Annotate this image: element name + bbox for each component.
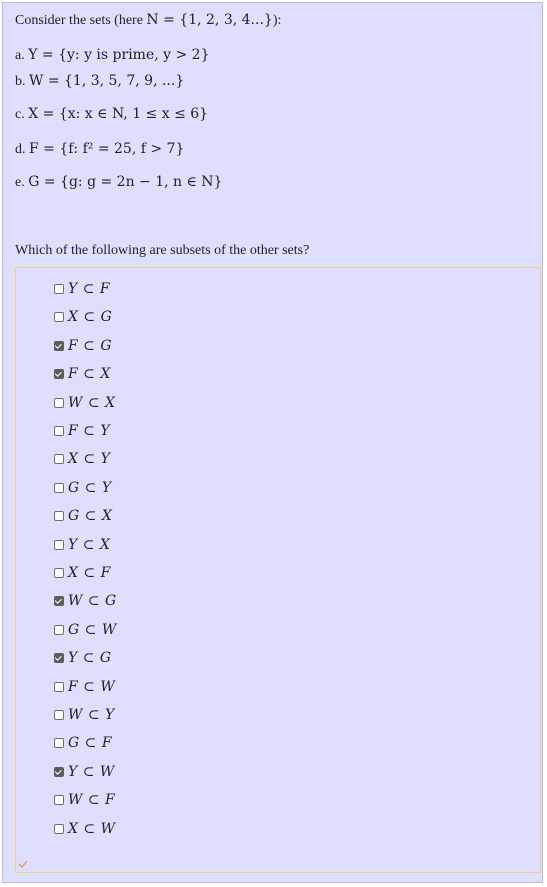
option-label[interactable]: F ⊂ W [68, 679, 115, 695]
intro-math: N = {1, 2, 3, 4...} [146, 12, 273, 28]
option-label[interactable]: Y ⊂ G [68, 650, 112, 666]
option-row[interactable]: G ⊂ F [54, 734, 112, 752]
option-label[interactable]: Y ⊂ F [68, 281, 110, 297]
intro-suffix: ): [272, 13, 282, 28]
option-row[interactable]: F ⊂ G [54, 337, 112, 355]
checkbox[interactable] [54, 312, 64, 323]
set-label: a. [15, 48, 29, 63]
option-row[interactable]: G ⊂ Y [54, 479, 112, 497]
option-row[interactable]: W ⊂ X [54, 394, 116, 412]
checkbox[interactable] [54, 539, 64, 550]
intro-prefix: Consider the sets (here [15, 13, 147, 28]
set-math: G = {g: g = 2n − 1, n ∈ N} [28, 174, 223, 190]
checkbox[interactable] [54, 710, 64, 720]
set-definition-a: a. Y = {y: y is prime, y > 2} [15, 47, 210, 64]
option-label[interactable]: W ⊂ Y [68, 707, 115, 723]
option-label[interactable]: F ⊂ Y [68, 423, 110, 439]
partial-check-icon [18, 860, 28, 868]
option-row[interactable]: X ⊂ G [54, 308, 112, 326]
checkbox[interactable] [54, 511, 64, 522]
option-label[interactable]: X ⊂ Y [68, 451, 110, 467]
option-label[interactable]: W ⊂ F [68, 792, 115, 808]
option-label[interactable]: W ⊂ G [68, 593, 117, 609]
checkbox[interactable] [54, 482, 64, 493]
option-row[interactable]: Y ⊂ X [54, 536, 110, 554]
answer-options-box: Y ⊂ F X ⊂ G F ⊂ G F ⊂ X W ⊂ X F ⊂ Y X ⊂ Y G ⊂ Y… [15, 267, 541, 873]
option-label[interactable]: X ⊂ G [68, 309, 112, 325]
set-label: b. [15, 74, 29, 89]
set-math: W = {1, 3, 5, 7, 9, ...} [29, 73, 185, 89]
option-row[interactable]: Y ⊂ W [54, 763, 115, 781]
checkbox-checked[interactable] [54, 596, 64, 607]
option-label[interactable]: G ⊂ F [68, 735, 112, 751]
option-label[interactable]: W ⊂ X [68, 395, 116, 411]
option-row[interactable]: G ⊂ X [54, 507, 112, 525]
checkbox[interactable] [54, 426, 64, 436]
checkbox[interactable] [54, 624, 64, 635]
set-label: e. [15, 175, 29, 190]
option-row[interactable]: Y ⊂ F [54, 280, 110, 298]
set-definition-b: b. W = {1, 3, 5, 7, 9, ...} [15, 73, 184, 90]
option-label[interactable]: G ⊂ X [68, 508, 112, 524]
set-definition-c: c. X = {x: x ∈ N, 1 ≤ x ≤ 6} [15, 106, 208, 123]
option-label[interactable]: Y ⊂ X [68, 537, 110, 553]
option-label[interactable]: G ⊂ Y [68, 480, 112, 496]
checkbox-checked[interactable] [54, 340, 64, 351]
option-row[interactable]: X ⊂ F [54, 564, 111, 582]
option-row[interactable]: W ⊂ F [54, 791, 115, 809]
option-label[interactable]: F ⊂ G [68, 338, 112, 354]
option-row[interactable]: F ⊂ Y [54, 422, 110, 440]
checkbox[interactable] [54, 397, 64, 408]
option-row[interactable]: Y ⊂ G [54, 649, 112, 667]
checkbox[interactable] [54, 284, 64, 294]
set-definition-d: d. F = {f: f² = 25, f > 7} [15, 141, 184, 158]
option-row[interactable]: G ⊂ W [54, 621, 117, 639]
question-panel: Consider the sets (here N = {1, 2, 3, 4.… [2, 2, 543, 883]
option-label[interactable]: G ⊂ W [68, 622, 117, 638]
checkbox-checked[interactable] [54, 766, 64, 777]
checkbox[interactable] [54, 738, 64, 749]
option-row[interactable]: W ⊂ G [54, 592, 117, 610]
set-label: d. [15, 142, 29, 157]
option-row[interactable]: F ⊂ W [54, 678, 115, 696]
checkbox-checked[interactable] [54, 369, 64, 380]
option-row[interactable]: X ⊂ W [54, 820, 116, 838]
option-label[interactable]: Y ⊂ W [68, 764, 115, 780]
set-math: F = {f: f² = 25, f > 7} [29, 141, 185, 157]
checkbox[interactable] [54, 795, 64, 806]
question-text: Which of the following are subsets of th… [15, 243, 310, 258]
checkbox[interactable] [54, 568, 64, 578]
set-definition-e: e. G = {g: g = 2n − 1, n ∈ N} [15, 174, 222, 191]
set-label: c. [15, 107, 29, 122]
set-math: X = {x: x ∈ N, 1 ≤ x ≤ 6} [28, 106, 209, 122]
option-label[interactable]: X ⊂ W [68, 821, 116, 837]
checkbox[interactable] [54, 823, 64, 834]
option-label[interactable]: X ⊂ F [68, 565, 111, 581]
checkbox-checked[interactable] [54, 653, 64, 664]
option-row[interactable]: F ⊂ X [54, 365, 111, 383]
option-row[interactable]: W ⊂ Y [54, 706, 115, 724]
set-math: Y = {y: y is prime, y > 2} [28, 47, 210, 63]
question-intro: Consider the sets (here N = {1, 2, 3, 4.… [15, 12, 281, 29]
option-label[interactable]: F ⊂ X [68, 366, 111, 382]
option-row[interactable]: X ⊂ Y [54, 450, 110, 468]
checkbox[interactable] [54, 681, 64, 692]
checkbox[interactable] [54, 454, 64, 465]
